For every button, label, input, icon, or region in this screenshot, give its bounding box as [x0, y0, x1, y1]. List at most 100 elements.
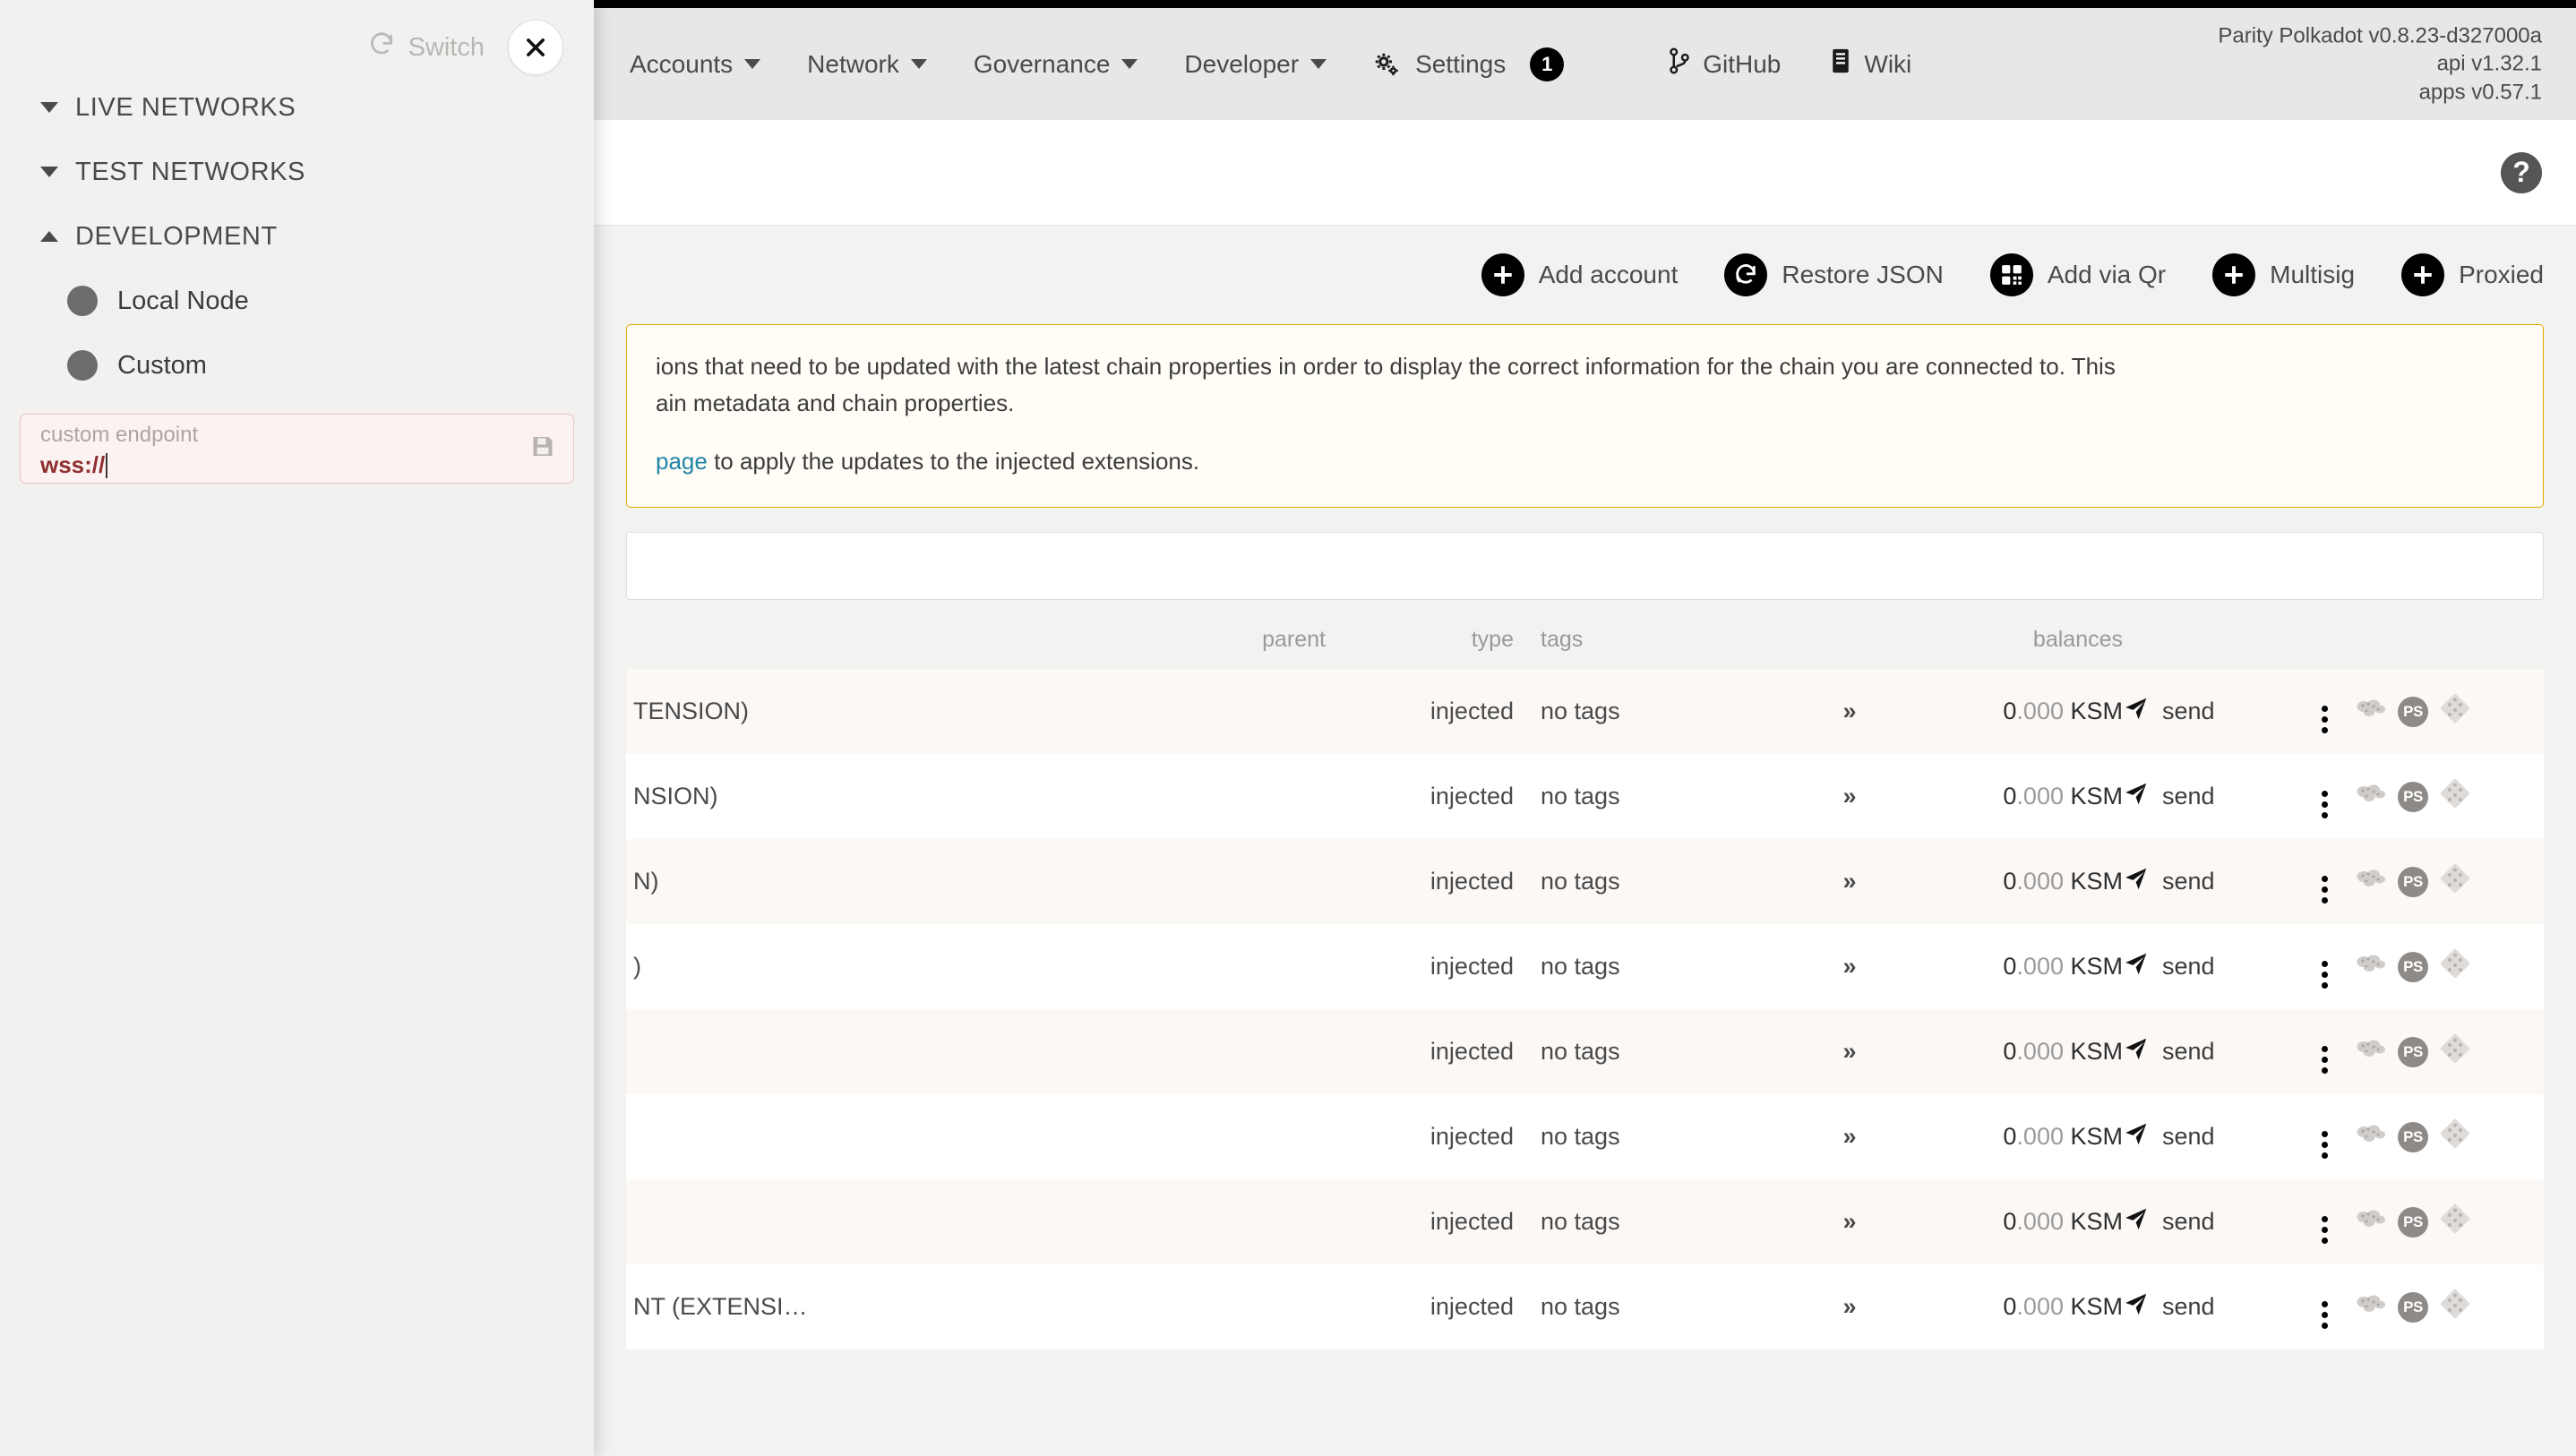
subwallet-icon[interactable]	[2440, 1289, 2470, 1325]
cell-more[interactable]	[2293, 839, 2356, 924]
menu-item-settings[interactable]: Settings 1	[1373, 47, 1564, 81]
expand-details-icon[interactable]: »	[1782, 1009, 1917, 1094]
table-row[interactable]: NT (EXTENSI…injectedno tags»0.000 KSMsen…	[626, 1264, 2544, 1349]
table-row[interactable]: NSION)injectedno tags»0.000 KSMsendPS	[626, 754, 2544, 839]
expand-details-icon[interactable]: »	[1782, 1179, 1917, 1264]
polkadot-js-icon[interactable]	[2356, 1292, 2386, 1322]
polkadot-js-icon[interactable]	[2356, 952, 2386, 981]
add-via-qr-button[interactable]: Add via Qr	[1990, 253, 2166, 296]
polkadot-js-icon[interactable]	[2356, 1207, 2386, 1237]
expand-details-icon[interactable]: »	[1782, 1264, 1917, 1349]
cell-more[interactable]	[2293, 1009, 2356, 1094]
subwallet-icon[interactable]	[2440, 1033, 2470, 1070]
subwallet-icon[interactable]	[2440, 948, 2470, 985]
cell-more[interactable]	[2293, 924, 2356, 1009]
ps-avatar-icon[interactable]: PS	[2398, 1207, 2428, 1238]
subwallet-icon[interactable]	[2440, 693, 2470, 730]
table-row[interactable]: injectedno tags»0.000 KSMsendPS	[626, 1179, 2544, 1264]
table-row[interactable]: N)injectedno tags»0.000 KSMsendPS	[626, 839, 2544, 924]
table-row[interactable]: )injectedno tags»0.000 KSMsendPS	[626, 924, 2544, 1009]
banner-page-link[interactable]: page	[656, 448, 708, 475]
kebab-menu-icon[interactable]	[2322, 961, 2328, 989]
cell-tags[interactable]: no tags	[1514, 1264, 1782, 1349]
cell-send[interactable]: send	[2123, 924, 2293, 1009]
help-question-icon[interactable]: ?	[2501, 152, 2542, 193]
subwallet-icon[interactable]	[2440, 778, 2470, 815]
subwallet-icon[interactable]	[2440, 863, 2470, 900]
save-floppy-icon[interactable]	[530, 434, 555, 464]
expand-details-icon[interactable]: »	[1782, 669, 1917, 754]
expand-details-icon[interactable]: »	[1782, 839, 1917, 924]
kebab-menu-icon[interactable]	[2322, 1301, 2328, 1329]
ps-avatar-icon[interactable]: PS	[2398, 952, 2428, 982]
menu-item-network[interactable]: Network	[807, 50, 927, 79]
expand-details-icon[interactable]: »	[1782, 1094, 1917, 1179]
ps-avatar-icon[interactable]: PS	[2398, 1037, 2428, 1067]
network-group-test-networks[interactable]: TEST NETWORKS	[0, 140, 594, 204]
accounts-filter-card[interactable]	[626, 532, 2544, 600]
cell-send[interactable]: send	[2123, 1094, 2293, 1179]
network-group-development[interactable]: DEVELOPMENT	[0, 204, 594, 269]
cell-account-name[interactable]: TENSION)	[626, 669, 1111, 754]
menu-item-governance[interactable]: Governance	[974, 50, 1138, 79]
network-item-custom[interactable]: Custom	[0, 333, 594, 398]
ps-avatar-icon[interactable]: PS	[2398, 867, 2428, 897]
polkadot-js-icon[interactable]	[2356, 867, 2386, 896]
cell-tags[interactable]: no tags	[1514, 1179, 1782, 1264]
cell-account-name[interactable]: N)	[626, 839, 1111, 924]
expand-details-icon[interactable]: »	[1782, 924, 1917, 1009]
cell-account-name[interactable]	[626, 1179, 1111, 1264]
polkadot-js-icon[interactable]	[2356, 697, 2386, 726]
cell-more[interactable]	[2293, 1094, 2356, 1179]
cell-send[interactable]: send	[2123, 1179, 2293, 1264]
kebab-menu-icon[interactable]	[2322, 706, 2328, 733]
ps-avatar-icon[interactable]: PS	[2398, 782, 2428, 812]
custom-endpoint-field[interactable]: custom endpoint wss://	[20, 414, 574, 484]
menu-item-github[interactable]: GitHub	[1668, 47, 1781, 81]
kebab-menu-icon[interactable]	[2322, 1216, 2328, 1244]
cell-account-name[interactable]	[626, 1094, 1111, 1179]
ps-avatar-icon[interactable]: PS	[2398, 1122, 2428, 1152]
restore-json-button[interactable]: Restore JSON	[1724, 253, 1944, 296]
cell-send[interactable]: send	[2123, 839, 2293, 924]
polkadot-js-icon[interactable]	[2356, 1122, 2386, 1152]
ps-avatar-icon[interactable]: PS	[2398, 697, 2428, 727]
cell-tags[interactable]: no tags	[1514, 669, 1782, 754]
cell-more[interactable]	[2293, 669, 2356, 754]
subwallet-icon[interactable]	[2440, 1118, 2470, 1155]
menu-item-accounts[interactable]: Accounts	[630, 50, 760, 79]
cell-tags[interactable]: no tags	[1514, 839, 1782, 924]
add-account-button[interactable]: Add account	[1481, 253, 1679, 296]
table-row[interactable]: injectedno tags»0.000 KSMsendPS	[626, 1009, 2544, 1094]
kebab-menu-icon[interactable]	[2322, 1046, 2328, 1074]
cell-account-name[interactable]: NSION)	[626, 754, 1111, 839]
cell-more[interactable]	[2293, 1264, 2356, 1349]
cell-account-name[interactable]: )	[626, 924, 1111, 1009]
subwallet-icon[interactable]	[2440, 1203, 2470, 1240]
cell-send[interactable]: send	[2123, 1009, 2293, 1094]
polkadot-js-icon[interactable]	[2356, 1037, 2386, 1066]
cell-tags[interactable]: no tags	[1514, 1009, 1782, 1094]
cell-tags[interactable]: no tags	[1514, 1094, 1782, 1179]
kebab-menu-icon[interactable]	[2322, 1131, 2328, 1159]
cell-tags[interactable]: no tags	[1514, 754, 1782, 839]
cell-send[interactable]: send	[2123, 669, 2293, 754]
ps-avatar-icon[interactable]: PS	[2398, 1292, 2428, 1323]
switch-network-button[interactable]: Switch	[368, 30, 485, 64]
table-row[interactable]: injectedno tags»0.000 KSMsendPS	[626, 1094, 2544, 1179]
kebab-menu-icon[interactable]	[2322, 876, 2328, 904]
cell-account-name[interactable]	[626, 1009, 1111, 1094]
menu-item-wiki[interactable]: Wiki	[1829, 47, 1911, 81]
close-icon[interactable]	[508, 20, 563, 75]
kebab-menu-icon[interactable]	[2322, 791, 2328, 818]
cell-send[interactable]: send	[2123, 754, 2293, 839]
network-group-live-networks[interactable]: LIVE NETWORKS	[0, 75, 594, 140]
expand-details-icon[interactable]: »	[1782, 754, 1917, 839]
proxied-button[interactable]: Proxied	[2401, 253, 2544, 296]
cell-more[interactable]	[2293, 1179, 2356, 1264]
menu-item-developer[interactable]: Developer	[1184, 50, 1327, 79]
cell-more[interactable]	[2293, 754, 2356, 839]
cell-send[interactable]: send	[2123, 1264, 2293, 1349]
network-item-local-node[interactable]: Local Node	[0, 269, 594, 333]
table-row[interactable]: TENSION)injectedno tags»0.000 KSMsendPS	[626, 669, 2544, 754]
